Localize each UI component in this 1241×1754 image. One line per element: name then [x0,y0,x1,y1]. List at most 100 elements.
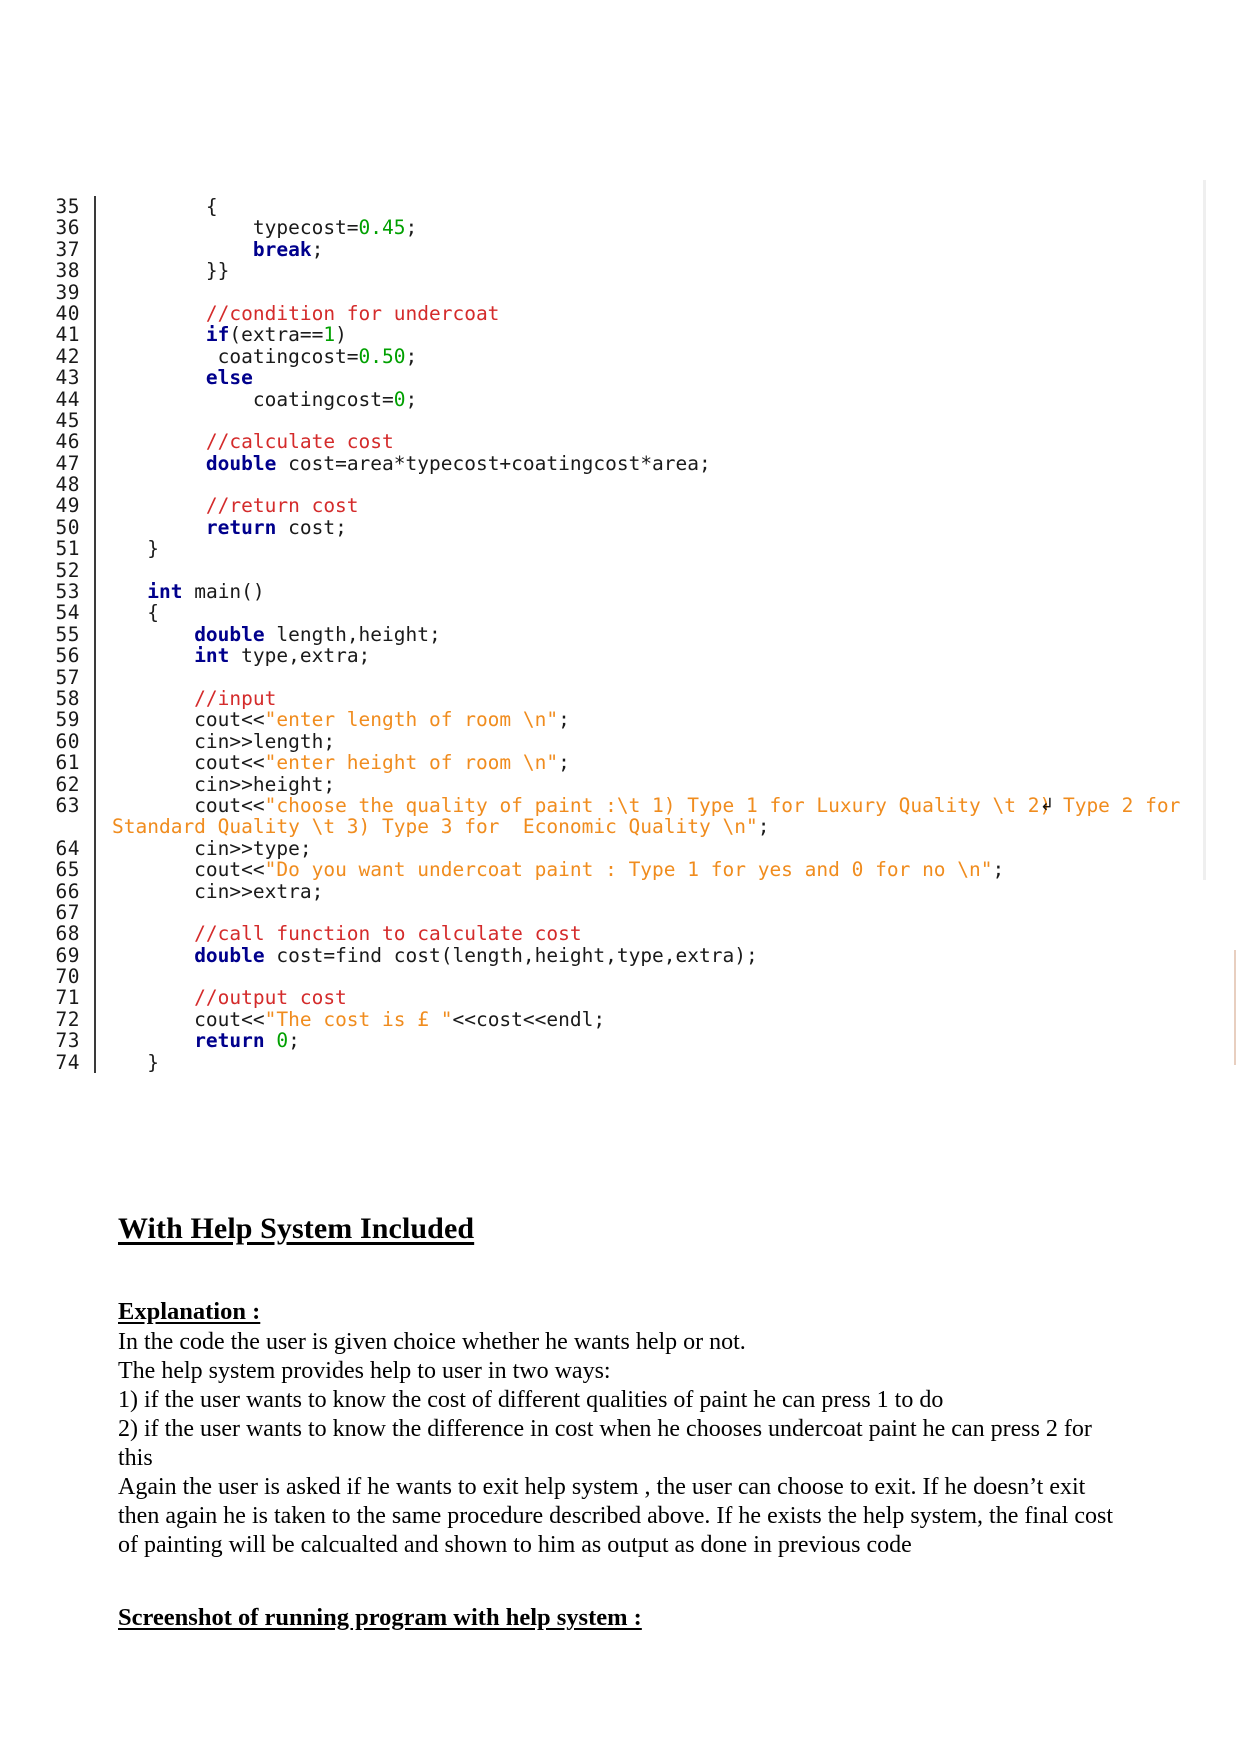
gutter-divider [94,388,96,410]
gutter-divider [94,196,96,218]
gutter-divider [94,559,96,582]
code-token: type,extra; [229,644,371,668]
code-token: } [112,537,159,561]
code-token: ; [311,237,324,261]
code-token: cost; [276,515,347,539]
code-line: 71 //output cost [42,986,1202,1010]
line-number: 38 [55,259,80,283]
code-token: "Do you want undercoat paint : Type 1 fo… [264,858,993,882]
gutter-divider [94,281,96,303]
code-line: 74 } [42,1051,1202,1073]
code-token: typecost= [112,216,359,240]
code-line-text: if(extra==1) [112,324,1202,345]
line-number: 40 [55,301,80,325]
line-number: 61 [55,751,80,775]
code-token: ; [558,751,570,775]
code-token: cost=area*typecost+coatingcost*area; [276,451,711,475]
line-number: 47 [55,451,80,475]
code-line: 62 cin>>height; [42,772,1202,796]
line-number: 71 [55,986,80,1010]
code-token: cin>>height; [112,772,336,796]
code-line-text: //calculate cost [112,431,1202,452]
line-number: 46 [55,430,80,454]
code-token: "choose the quality of paint :\t 1) Type… [112,793,1193,839]
gutter-divider [94,217,96,239]
code-token: coatingcost= [112,344,359,368]
code-line: 55 double length,height; [42,622,1202,646]
code-line: 49 //return cost [42,494,1202,518]
gutter-divider [94,923,96,945]
code-token: ; [558,708,570,732]
code-token: cout<< [112,793,265,817]
line-wrap-marker-icon: ↲ [1040,794,1055,815]
code-token: ; [992,858,1005,882]
gutter-divider [94,431,96,453]
code-token: 1 [323,323,336,347]
line-number: 72 [55,1007,80,1031]
explanation-heading: Explanation : [118,1298,261,1325]
line-number: 55 [55,622,80,646]
line-number: 69 [55,943,80,967]
code-line-text: return cost; [112,517,1202,538]
code-line: 37 break; [42,237,1202,261]
code-line-text: //output cost [112,987,1202,1008]
line-number: 42 [55,344,80,368]
code-line-text: double cost=find cost(length,height,type… [112,943,1202,967]
footer-heading: Screenshot of running program with help … [118,1604,642,1631]
line-number: 73 [55,1029,80,1053]
code-token: cout<< [112,708,265,732]
gutter-divider [94,752,96,774]
gutter-divider [94,452,96,475]
code-token: cin>>extra; [112,879,324,903]
gutter-divider [94,666,96,688]
line-number: 56 [55,644,80,668]
code-token: 0 [276,1029,289,1053]
code-token: cin>>type; [112,836,312,860]
code-token: ; [405,216,418,240]
line-number: 49 [55,494,80,518]
line-number: 52 [55,558,80,582]
line-number: 70 [55,965,80,989]
code-token: int [147,580,183,604]
code-token: double [194,943,265,967]
code-line: 36 typecost=0.45; [42,216,1202,240]
code-token: cin>>length; [112,729,336,753]
code-token: { [112,195,218,218]
code-line-text: break; [112,239,1202,260]
code-token: double [194,622,265,646]
line-number: 44 [55,387,80,411]
line-number: 58 [55,686,80,710]
code-line: 58 //input [42,686,1202,710]
code-token: return [194,1029,265,1053]
code-line: 59 cout<<"enter length of room \n"; [42,709,1202,731]
code-line: 43 else [42,366,1202,390]
code-line-text: cout<<"enter length of room \n"; [112,709,1202,730]
line-number: 37 [55,237,80,261]
document-page: 35 {36 typecost=0.45; 37 break; 38 }} 39 40 … [0,0,1241,1754]
code-line: 54 { [42,602,1202,624]
code-line-text: int main() [112,581,1202,602]
explanation-line: 1) if the user wants to know the cost of… [118,1387,944,1413]
code-line: 67 [42,900,1202,924]
line-number: 51 [55,537,80,561]
code-line: 65 cout<<"Do you want undercoat paint : … [42,858,1202,882]
line-number: 64 [55,836,80,860]
gutter-divider [94,1030,96,1052]
gutter-divider [94,901,96,924]
code-line-text: { [112,602,1202,623]
code-line: 51 } [42,537,1202,561]
code-token: else [205,366,253,390]
code-line: 56 int type,extra; [42,644,1202,668]
code-line-text: coatingcost=0; [112,388,1202,410]
line-number: 67 [55,900,80,924]
page-edge-rule-left [1203,180,1206,880]
line-number: 53 [55,580,80,604]
code-line: 61 cout<<"enter height of room \n"; [42,751,1202,775]
gutter-divider [94,687,96,710]
line-number: 50 [55,515,80,539]
line-number: 63 [55,793,80,817]
line-number: 35 [55,195,80,218]
